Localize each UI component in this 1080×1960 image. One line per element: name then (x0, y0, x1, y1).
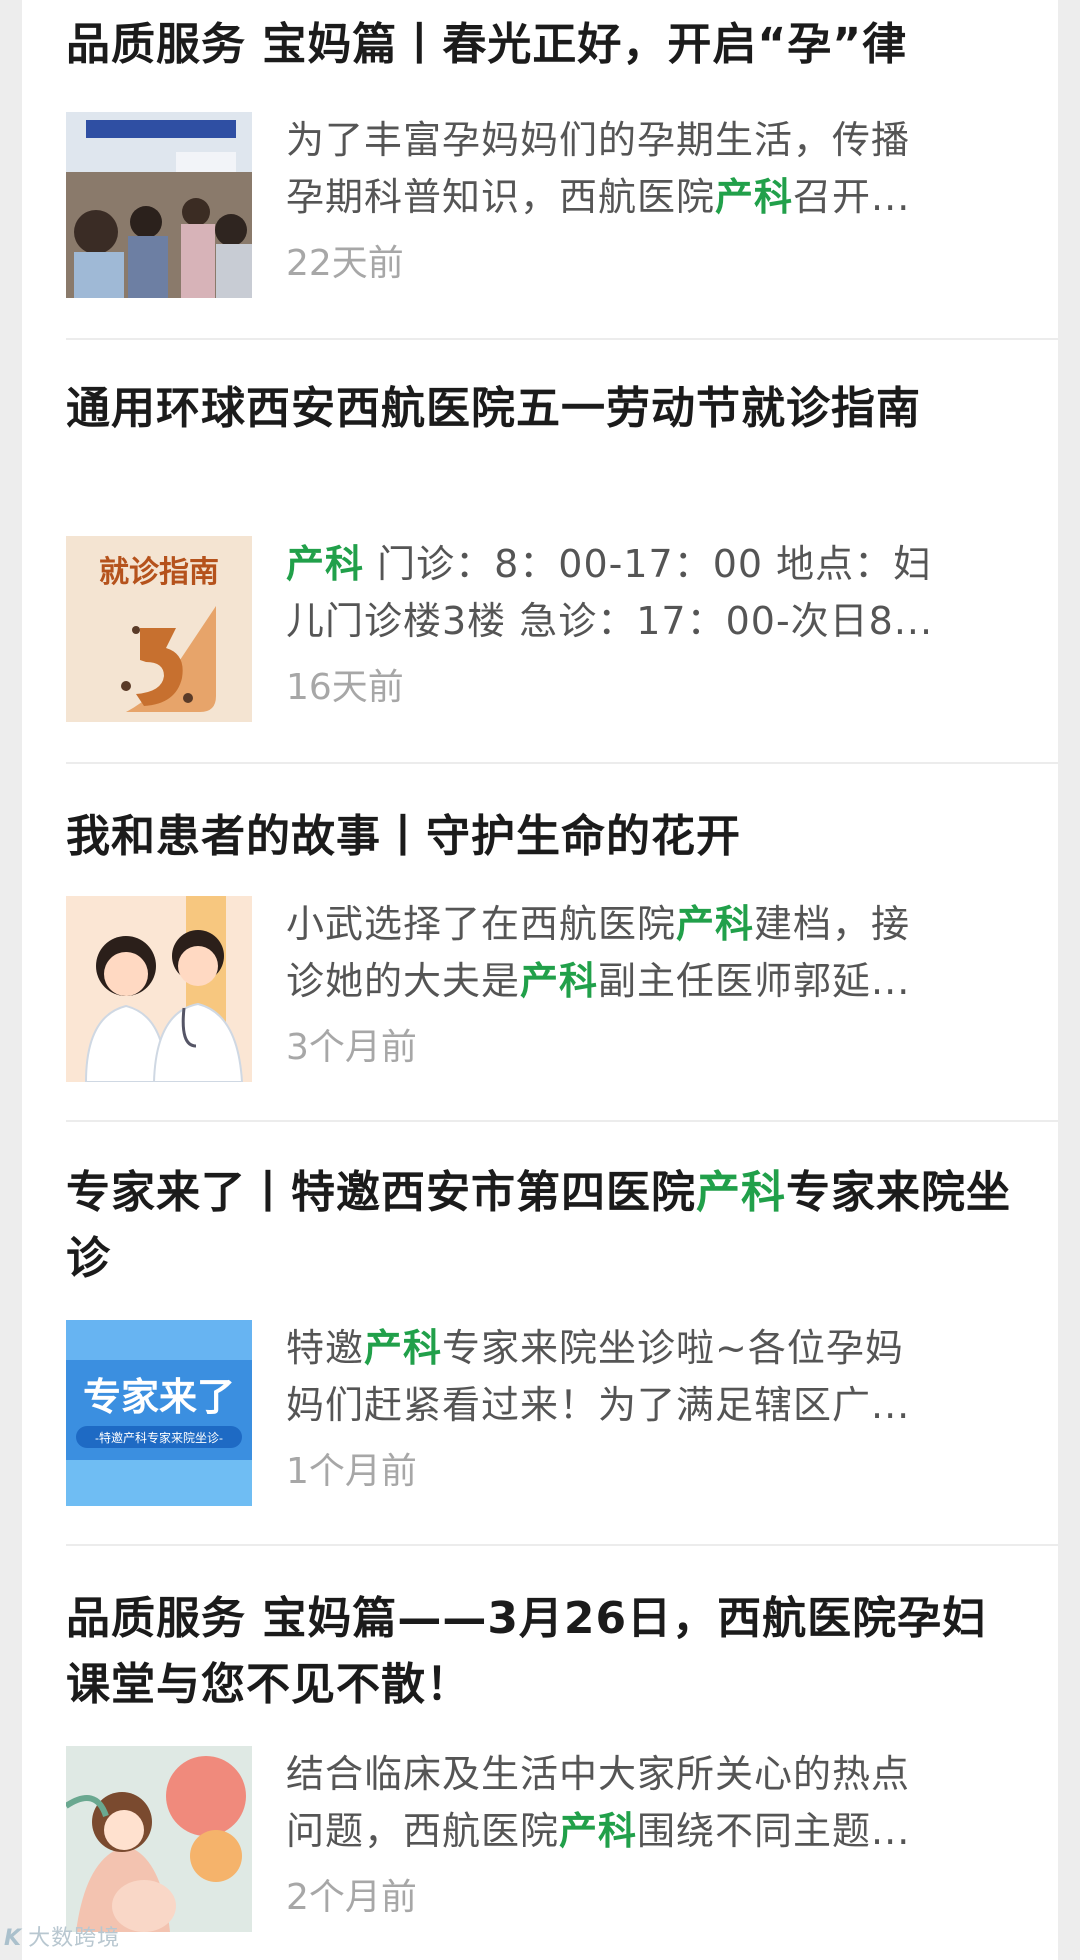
keyword-highlight: 产科 (559, 1809, 638, 1853)
article-item[interactable]: 我和患者的故事丨守护生命的花开 小武选择了在西航医院产科建档，接 诊她的大夫是产… (66, 804, 1058, 1114)
article-item[interactable]: 品质服务 宝妈篇丨春光正好，开启“孕”律 为了丰富孕妈妈们的孕期生活，传播 孕期… (66, 12, 1058, 298)
keyword-highlight: 产科 (676, 902, 755, 946)
article-item[interactable]: 通用环球西安西航医院五一劳动节就诊指南 就诊指南 产科 门诊：8：00-17：0… (66, 376, 1058, 756)
divider (66, 1120, 1058, 1122)
keyword-highlight: 产科 (286, 542, 365, 586)
pregnant-woman-illustration-icon[interactable] (66, 1746, 252, 1932)
summary-line: 诊她的大夫是产科副主任医师郭延... (286, 959, 911, 1003)
classroom-photo-icon[interactable] (66, 112, 252, 298)
visit-guide-poster-icon[interactable]: 就诊指南 (66, 536, 252, 722)
article-title[interactable]: 品质服务 宝妈篇——3月26日，西航医院孕妇课堂与您不见不散！ (66, 1586, 1016, 1718)
expert-banner-icon[interactable]: 专家来了 -特邀产科专家来院坐诊- (66, 1320, 252, 1506)
summary-line: 妈们赶紧看过来！为了满足辖区广... (286, 1383, 911, 1427)
watermark: K 大数跨境 (4, 1920, 120, 1952)
keyword-highlight: 产科 (520, 959, 599, 1003)
summary-line: 结合临床及生活中大家所关心的热点 (286, 1752, 911, 1796)
article-summary: 小武选择了在西航医院产科建档，接 诊她的大夫是产科副主任医师郭延... (286, 896, 1026, 1010)
doctors-illustration-icon[interactable] (66, 896, 252, 1082)
article-time: 2个月前 (286, 1877, 417, 1918)
thumb-caption: 就诊指南 (99, 556, 219, 589)
summary-line: 小武选择了在西航医院产科建档，接 (286, 902, 911, 946)
article-list: 品质服务 宝妈篇丨春光正好，开启“孕”律 为了丰富孕妈妈们的孕期生活，传播 孕期… (22, 0, 1058, 1960)
divider (66, 338, 1058, 340)
article-time: 3个月前 (286, 1027, 417, 1068)
article-item[interactable]: 品质服务 宝妈篇——3月26日，西航医院孕妇课堂与您不见不散！ 结合临床及生活中… (66, 1586, 1058, 1960)
summary-line: 为了丰富孕妈妈们的孕期生活，传播 (286, 118, 911, 162)
article-item[interactable]: 专家来了丨特邀西安市第四医院产科专家来院坐诊 专家来了 -特邀产科专家来院坐诊-… (66, 1160, 1058, 1540)
summary-line: 儿门诊楼3楼 急诊：17：00-次日8... (286, 599, 934, 643)
summary-line: 问题，西航医院产科围绕不同主题... (286, 1809, 911, 1853)
summary-line: 孕期科普知识，西航医院产科召开... (286, 175, 911, 219)
article-summary: 结合临床及生活中大家所关心的热点 问题，西航医院产科围绕不同主题... (286, 1746, 1026, 1860)
article-summary: 特邀产科专家来院坐诊啦~各位孕妈 妈们赶紧看过来！为了满足辖区广... (286, 1320, 1026, 1434)
watermark-logo-icon: K (4, 1926, 23, 1951)
divider (66, 762, 1058, 764)
article-time: 22天前 (286, 243, 404, 284)
article-time: 16天前 (286, 667, 404, 708)
watermark-text: 大数跨境 (28, 1926, 121, 1951)
article-title[interactable]: 专家来了丨特邀西安市第四医院产科专家来院坐诊 (66, 1160, 1016, 1292)
article-title[interactable]: 通用环球西安西航医院五一劳动节就诊指南 (66, 376, 1016, 442)
article-summary: 为了丰富孕妈妈们的孕期生活，传播 孕期科普知识，西航医院产科召开... (286, 112, 1026, 226)
summary-line: 产科 门诊：8：00-17：00 地点：妇 (286, 542, 933, 586)
article-title[interactable]: 品质服务 宝妈篇丨春光正好，开启“孕”律 (66, 12, 1016, 78)
thumb-subcaption: -特邀产科专家来院坐诊- (95, 1430, 223, 1445)
article-time: 1个月前 (286, 1451, 417, 1492)
keyword-highlight: 产科 (696, 1167, 786, 1218)
keyword-highlight: 产科 (364, 1326, 443, 1370)
thumb-caption: 专家来了 (83, 1377, 235, 1419)
divider (66, 1544, 1058, 1546)
keyword-highlight: 产科 (715, 175, 794, 219)
article-summary: 产科 门诊：8：00-17：00 地点：妇 儿门诊楼3楼 急诊：17：00-次日… (286, 536, 1026, 650)
summary-line: 特邀产科专家来院坐诊啦~各位孕妈 (286, 1326, 904, 1370)
article-title[interactable]: 我和患者的故事丨守护生命的花开 (66, 804, 1016, 870)
